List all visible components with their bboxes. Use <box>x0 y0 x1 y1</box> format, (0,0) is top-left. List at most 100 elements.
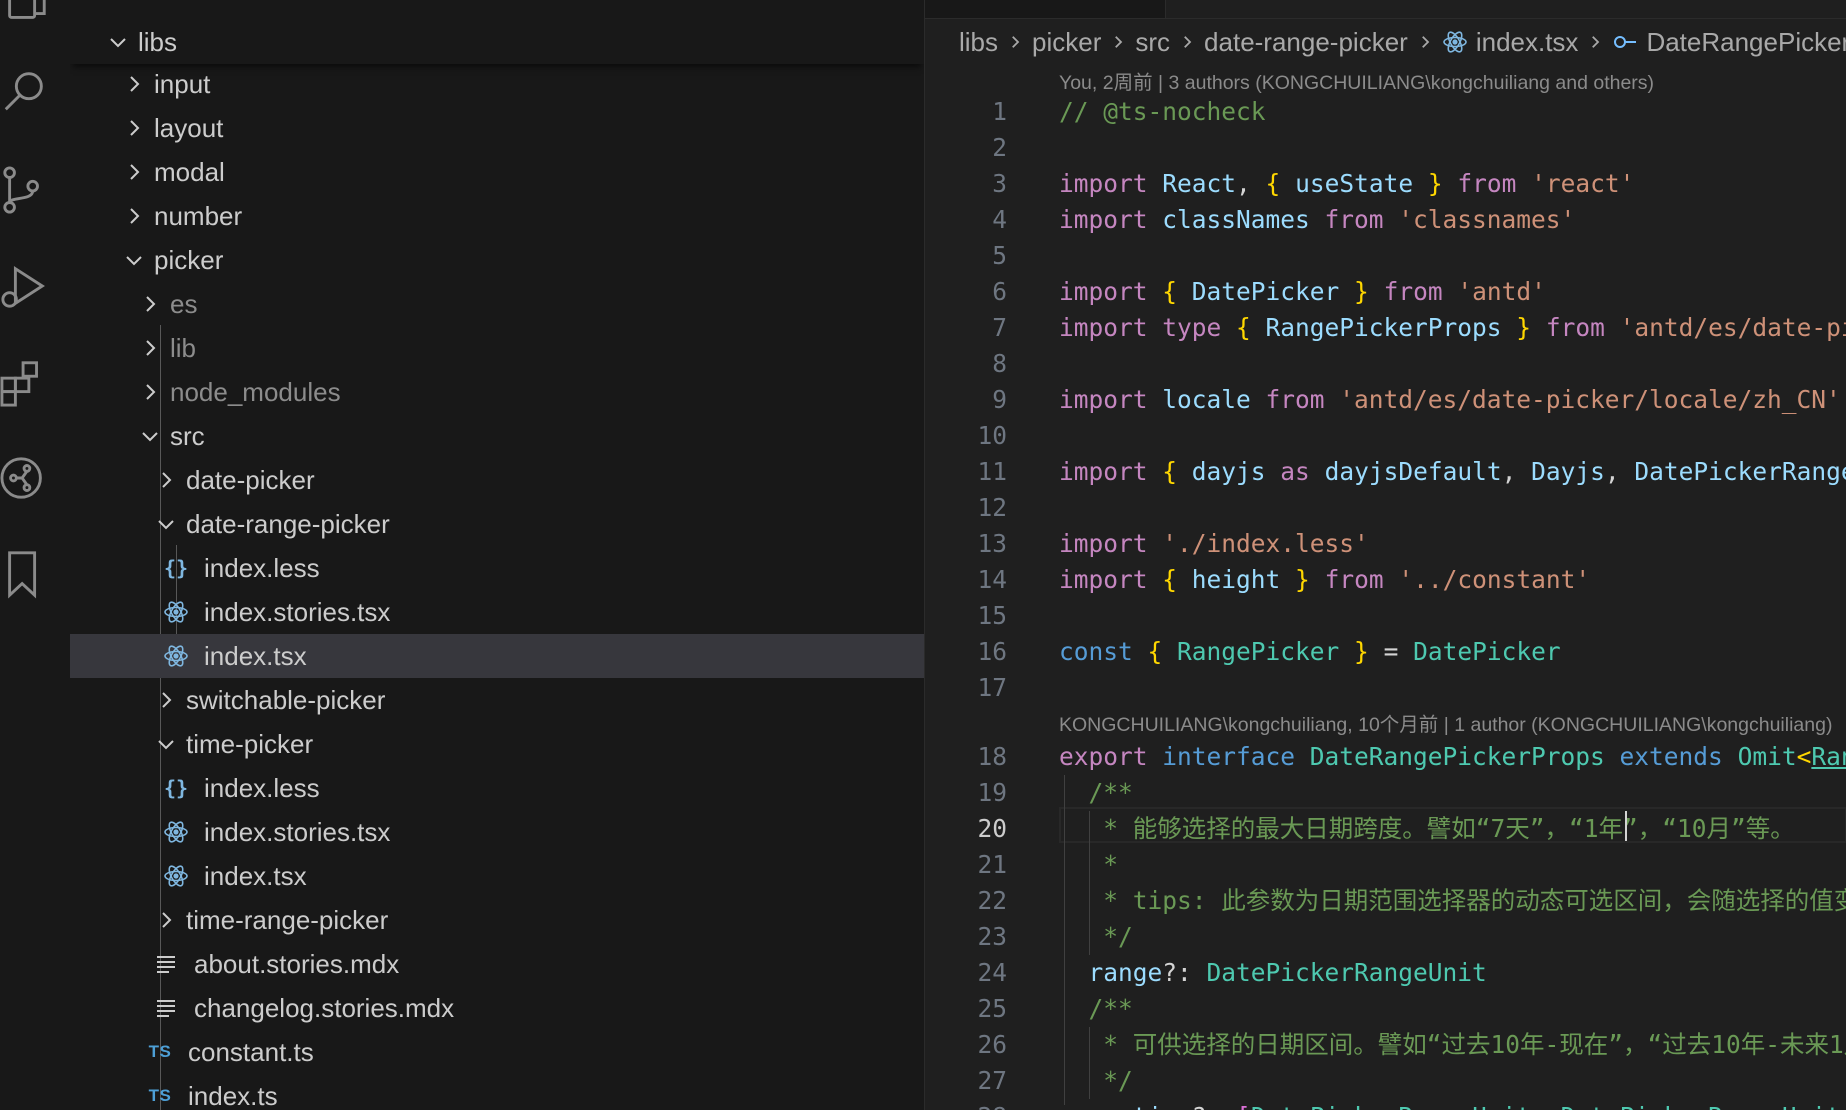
search-icon[interactable] <box>0 64 50 120</box>
bookmark-icon[interactable] <box>0 546 50 602</box>
tree-item-label: constant.ts <box>188 1036 314 1067</box>
tree-file-index-tsx-2[interactable]: index.tsx <box>70 854 924 898</box>
react-file-icon <box>162 862 190 890</box>
code-line[interactable]: 4 import classNames from 'classnames' <box>925 202 1846 238</box>
code-line[interactable]: 10 <box>925 418 1846 454</box>
tree-item-label: date-range-picker <box>186 508 390 539</box>
tree-file-index-stories-tsx-2[interactable]: index.stories.tsx <box>70 810 924 854</box>
chevron-right-icon <box>1586 33 1604 51</box>
breadcrumb-item[interactable]: src <box>1135 27 1170 58</box>
code-line[interactable]: 23 */ <box>925 919 1846 955</box>
code-token: import <box>1059 277 1163 306</box>
code-line[interactable]: 16 const { RangePicker } = DatePicker <box>925 634 1846 670</box>
code-line[interactable]: 17 <box>925 670 1846 706</box>
run-debug-icon[interactable] <box>0 258 50 314</box>
tree-folder-lib[interactable]: lib <box>70 326 924 370</box>
code-token: { <box>1265 169 1296 198</box>
tree-item-label: index.less <box>204 772 320 803</box>
code-line[interactable]: 20 * 能够选择的最大日期跨度。譬如“7天”，“1年”，“10月”等。 <box>925 811 1846 847</box>
code-token: section <box>1089 1102 1192 1110</box>
tree-folder-layout[interactable]: layout <box>70 106 924 150</box>
breadcrumb-item[interactable]: index.tsx <box>1476 27 1579 58</box>
code-line[interactable]: 9 import locale from 'antd/es/date-picker… <box>925 382 1846 418</box>
code-line[interactable]: 27 */ <box>925 1063 1846 1099</box>
breadcrumb-item[interactable]: date-range-picker <box>1204 27 1408 58</box>
breadcrumb-item[interactable]: picker <box>1032 27 1101 58</box>
tree-folder-date-range-picker[interactable]: date-range-picker <box>70 502 924 546</box>
code-line[interactable]: 8 <box>925 346 1846 382</box>
code-line[interactable]: 12 <box>925 490 1846 526</box>
code-line[interactable]: 28 section?: [DatePickerRangeUnit, DateP… <box>925 1099 1846 1110</box>
code-line[interactable]: 5 <box>925 238 1846 274</box>
code-line[interactable]: 22 * tips: 此参数为日期范围选择器的动态可选区间，会随选择的值变化 <box>925 883 1846 919</box>
tree-file-constant-ts[interactable]: TS constant.ts <box>70 1030 924 1074</box>
tree-file-index-less[interactable]: {} index.less <box>70 546 924 590</box>
code-token: } <box>1339 277 1369 306</box>
tree-folder-src[interactable]: src <box>70 414 924 458</box>
code-token: DatePickerRangeUnit <box>1561 1102 1841 1110</box>
code-text: export interface DateRangePickerProps ex… <box>1059 739 1846 775</box>
active-tab[interactable] <box>1165 0 1846 18</box>
code-text: import React, { useState } from 'react' <box>1059 166 1634 202</box>
tree-folder-switchable-picker[interactable]: switchable-picker <box>70 678 924 722</box>
tree-folder-input[interactable]: input <box>70 62 924 106</box>
code-line[interactable]: 13 import './index.less' <box>925 526 1846 562</box>
line-number: 11 <box>977 457 1007 486</box>
code-line[interactable]: 26 * 可供选择的日期区间。譬如“过去10年-现在”，“过去10年-未来1月 <box>925 1027 1846 1063</box>
code-text: import { height } from '../constant' <box>1059 562 1590 598</box>
code-token: classNames <box>1162 205 1310 234</box>
tree-folder-node-modules[interactable]: node_modules <box>70 370 924 414</box>
code-token: // @ts-nocheck <box>1059 97 1266 126</box>
code-line[interactable]: 19 /** <box>925 775 1846 811</box>
chevron-right-icon <box>120 158 148 186</box>
explorer-icon[interactable] <box>0 0 50 32</box>
tree-folder-time-picker[interactable]: time-picker <box>70 722 924 766</box>
tree-folder-number[interactable]: number <box>70 194 924 238</box>
code-text: * 可供选择的日期区间。譬如“过去10年-现在”，“过去10年-未来1月 <box>1059 1027 1846 1063</box>
tree-file-index-ts[interactable]: TS index.ts <box>70 1074 924 1110</box>
code-line[interactable]: 25 /** <box>925 991 1846 1027</box>
tree-file-index-less-2[interactable]: {} index.less <box>70 766 924 810</box>
code-token: from <box>1442 169 1532 198</box>
codelens-blame[interactable]: You, 2周前 | 3 authors (KONGCHUILIANG\kong… <box>1059 66 1654 95</box>
breadcrumb-item[interactable]: DateRangePicker <box>1646 27 1846 58</box>
code-line[interactable]: 3 import React, { useState } from 'react' <box>925 166 1846 202</box>
code-line[interactable]: 14 import { height } from '../constant' <box>925 562 1846 598</box>
git-graph-icon[interactable] <box>0 450 50 506</box>
codelens-blame[interactable]: KONGCHUILIANG\kongchuiliang, 10个月前 | 1 a… <box>1059 708 1832 737</box>
code-token: DatePickerRangeUnit <box>1634 457 1846 486</box>
tree-file-index-stories-tsx[interactable]: index.stories.tsx <box>70 590 924 634</box>
code-line[interactable]: 15 <box>925 598 1846 634</box>
code-line[interactable]: 11 import { dayjs as dayjsDefault, Dayjs,… <box>925 454 1846 490</box>
breadcrumb-item[interactable]: libs <box>959 27 998 58</box>
chevron-down-icon <box>152 510 180 538</box>
code-token: from <box>1250 385 1340 414</box>
tree-item-label: lib <box>170 332 197 363</box>
tree-folder-modal[interactable]: modal <box>70 150 924 194</box>
tree-file-changelog-stories-mdx[interactable]: changelog.stories.mdx <box>70 986 924 1030</box>
code-line[interactable]: 7 import type { RangePickerProps } from '… <box>925 310 1846 346</box>
code-token: DatePicker <box>1191 277 1340 306</box>
tree-folder-libs[interactable]: libs <box>70 20 924 64</box>
tree-item-label: index.tsx <box>204 860 307 891</box>
code-line[interactable]: 6 import { DatePicker } from 'antd' <box>925 274 1846 310</box>
tree-file-index-tsx[interactable]: index.tsx <box>70 634 924 678</box>
source-control-icon[interactable] <box>0 162 50 218</box>
tree-folder-time-range-picker[interactable]: time-range-picker <box>70 898 924 942</box>
extensions-icon[interactable] <box>0 354 50 410</box>
tree-folder-date-picker[interactable]: date-picker <box>70 458 924 502</box>
code-token: range <box>1088 958 1163 987</box>
tree-folder-picker[interactable]: picker <box>70 238 924 282</box>
code-token: /** <box>1059 778 1133 807</box>
code-line[interactable]: 21 * <box>925 847 1846 883</box>
line-number: 22 <box>977 886 1007 915</box>
tree-file-about-stories-mdx[interactable]: about.stories.mdx <box>70 942 924 986</box>
code-line[interactable]: 1 // @ts-nocheck <box>925 94 1846 130</box>
tree-folder-es[interactable]: es <box>70 282 924 326</box>
chevron-right-icon <box>152 906 180 934</box>
code-token: import <box>1059 385 1163 414</box>
code-line[interactable]: 24 range?: DatePickerRangeUnit <box>925 955 1846 991</box>
code-token: extends <box>1604 742 1738 771</box>
code-line[interactable]: 18 export interface DateRangePickerProps … <box>925 739 1846 775</box>
code-line[interactable]: 2 <box>925 130 1846 166</box>
